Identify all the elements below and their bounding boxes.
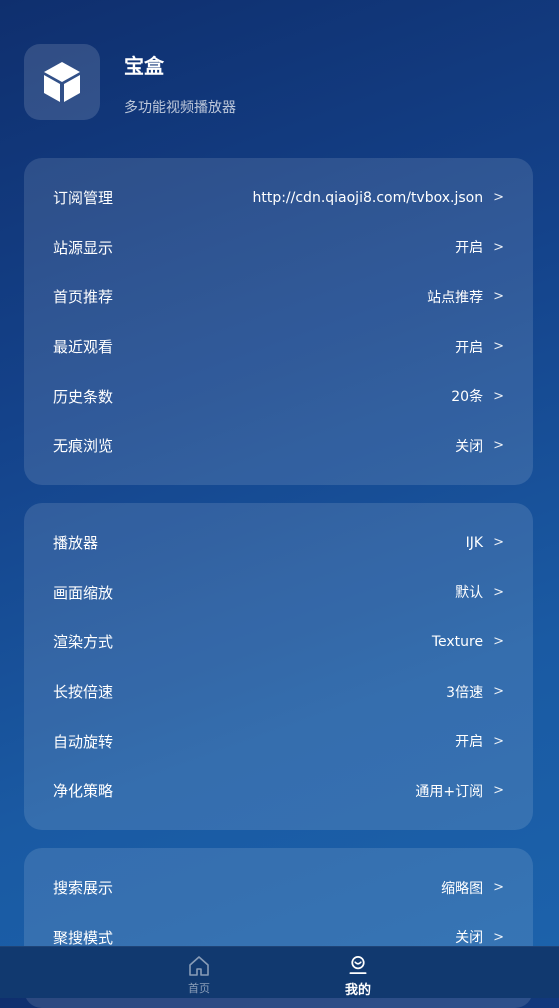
row-value: 3倍速 <box>446 684 484 701</box>
row-label: 无痕浏览 <box>53 437 114 456</box>
row-purify-policy[interactable]: 净化策略 通用+订阅 > <box>24 766 533 816</box>
chevron-right-icon: > <box>493 239 504 255</box>
chevron-right-icon: > <box>493 584 504 600</box>
row-value: 开启 <box>455 734 484 751</box>
row-label: 聚搜模式 <box>53 928 114 947</box>
settings-card-general: 订阅管理 http://cdn.qiaoji8.com/tvbox.json > … <box>24 158 533 485</box>
row-label: 站源显示 <box>53 238 114 257</box>
cube-icon <box>24 44 100 120</box>
row-label: 自动旋转 <box>53 732 114 751</box>
row-value: 20条 <box>451 389 484 406</box>
chevron-right-icon: > <box>493 438 504 454</box>
nav-mine-label: 我的 <box>344 983 371 998</box>
row-home-recommend[interactable]: 首页推荐 站点推荐 > <box>24 272 533 322</box>
nav-home-label: 首页 <box>188 982 210 995</box>
row-label: 历史条数 <box>53 387 114 406</box>
row-incognito[interactable]: 无痕浏览 关闭 > <box>24 421 533 471</box>
row-value: 关闭 <box>455 438 484 455</box>
row-recent-watch[interactable]: 最近观看 开启 > <box>24 322 533 372</box>
app-header: 宝盒 多功能视频播放器 <box>24 44 236 120</box>
row-value: http://cdn.qiaoji8.com/tvbox.json <box>252 189 484 206</box>
chevron-right-icon: > <box>493 634 504 650</box>
row-subscription[interactable]: 订阅管理 http://cdn.qiaoji8.com/tvbox.json > <box>24 173 533 223</box>
chevron-right-icon: > <box>493 289 504 305</box>
chevron-right-icon: > <box>493 783 504 799</box>
row-value: IJK <box>465 534 484 551</box>
row-long-press-speed[interactable]: 长按倍速 3倍速 > <box>24 667 533 717</box>
home-icon <box>189 956 209 976</box>
row-render-mode[interactable]: 渲染方式 Texture > <box>24 617 533 667</box>
row-player[interactable]: 播放器 IJK > <box>24 518 533 568</box>
row-label: 播放器 <box>53 534 99 553</box>
chevron-right-icon: > <box>493 733 504 749</box>
row-value: 缩略图 <box>441 880 484 897</box>
chevron-right-icon: > <box>493 190 504 206</box>
nav-mine[interactable]: 我的 <box>318 947 398 998</box>
row-label: 订阅管理 <box>53 189 114 208</box>
chevron-right-icon: > <box>493 535 504 551</box>
row-value: Texture <box>431 633 484 650</box>
row-value: 开启 <box>455 240 484 257</box>
row-label: 长按倍速 <box>53 683 114 702</box>
chevron-right-icon: > <box>493 929 504 945</box>
chevron-right-icon: > <box>493 684 504 700</box>
row-auto-rotate[interactable]: 自动旋转 开启 > <box>24 716 533 766</box>
row-value: 默认 <box>455 585 484 602</box>
row-value: 通用+订阅 <box>415 783 484 800</box>
row-scale[interactable]: 画面缩放 默认 > <box>24 568 533 618</box>
row-value: 开启 <box>455 339 484 356</box>
settings-card-player: 播放器 IJK > 画面缩放 默认 > 渲染方式 Texture > 长按倍速 3倍速… <box>24 503 533 830</box>
row-value: 关闭 <box>455 930 484 947</box>
chevron-right-icon: > <box>493 388 504 404</box>
row-label: 搜索展示 <box>53 879 114 898</box>
row-label: 净化策略 <box>53 782 114 801</box>
bottom-nav: 首页 我的 <box>0 946 559 998</box>
row-source-display[interactable]: 站源显示 开启 > <box>24 223 533 273</box>
row-label: 渲染方式 <box>53 633 114 652</box>
app-title: 宝盒 <box>124 54 164 78</box>
row-search-display[interactable]: 搜索展示 缩略图 > <box>24 863 533 913</box>
row-value: 站点推荐 <box>427 289 484 306</box>
row-label: 首页推荐 <box>53 288 114 307</box>
row-history-count[interactable]: 历史条数 20条 > <box>24 371 533 421</box>
nav-home[interactable]: 首页 <box>159 947 239 998</box>
chevron-right-icon: > <box>493 339 504 355</box>
row-label: 画面缩放 <box>53 583 114 602</box>
user-icon <box>349 956 367 975</box>
row-label: 最近观看 <box>53 338 114 357</box>
chevron-right-icon: > <box>493 880 504 896</box>
app-subtitle: 多功能视频播放器 <box>124 100 236 116</box>
